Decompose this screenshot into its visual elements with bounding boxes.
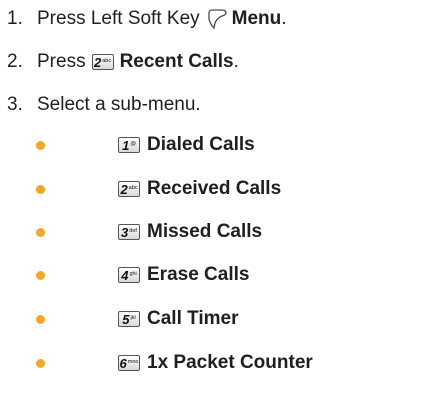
key-6-icon: 6 mno [118,355,140,371]
submenu-item-missed-calls: 3 def Missed Calls [36,215,262,249]
key-letters: abc [128,185,138,192]
step-text: Select a sub-menu. [37,94,201,115]
key-digit: 3 [121,224,129,240]
key-4-icon: 4 ghi [118,267,140,283]
submenu-item-received-calls: 2 abc Received Calls [36,172,281,206]
key-2-icon: 2 abc [91,54,114,70]
step-1: 1. Press Left Soft Key Menu. [7,4,287,34]
step-suffix: . [233,51,239,72]
submenu-item-dialed-calls: 1 @ Dialed Calls [36,128,255,162]
step-bold: Menu [231,8,282,29]
step-number: 3. [7,94,23,115]
step-3: 3. Select a sub-menu. [7,90,201,120]
bullet-icon [36,270,45,280]
submenu-item-erase-calls: 4 ghi Erase Calls [36,258,249,292]
key-letters: abc [102,58,112,65]
submenu-label: Missed Calls [147,221,263,242]
key-letters: jkl [130,315,136,322]
key-digit: 2 [94,54,102,70]
submenu-label: Call Timer [147,308,239,329]
bullet-icon [36,140,45,150]
bullet-icon [36,358,45,368]
instruction-page: 1. Press Left Soft Key Menu. 2. Press 2a… [0,0,425,400]
key-letters: ghi [129,271,137,278]
step-text: Press [37,51,86,72]
step-number: 1. [7,8,23,29]
step-bold: Recent Calls [119,51,234,72]
key-digit: 6 [119,355,127,371]
step-text: Press Left Soft Key [37,8,200,29]
step-2: 2. Press 2 abc Recent Calls. [7,47,239,77]
key-5-icon: 5 jkl [118,311,140,327]
step-number: 2. [7,51,23,72]
key-letters: mno [127,359,139,366]
submenu-item-packet-counter: 6 mno 1x Packet Counter [36,346,313,380]
key-digit: 2 [120,181,128,197]
key-digit: 4 [121,267,129,283]
key-1-icon: 1 @ [118,137,140,153]
key-2-icon: 2 abc [118,181,140,197]
step-suffix: . [281,8,287,29]
bullet-icon [36,314,45,324]
key-digit: 1 [122,137,130,153]
key-letters: @ [130,141,136,148]
submenu-label: Received Calls [147,178,282,199]
bullet-icon [36,184,45,194]
key-digit: 5 [122,311,130,327]
key-3-icon: 3 def [118,224,140,240]
submenu-label: Erase Calls [147,264,250,285]
left-soft-key-icon [207,9,227,30]
bullet-icon [36,227,45,237]
submenu-item-call-timer: 5 jkl Call Timer [36,302,239,336]
submenu-label: Dialed Calls [147,134,255,155]
key-letters: def [129,228,137,235]
submenu-label: 1x Packet Counter [147,352,313,373]
